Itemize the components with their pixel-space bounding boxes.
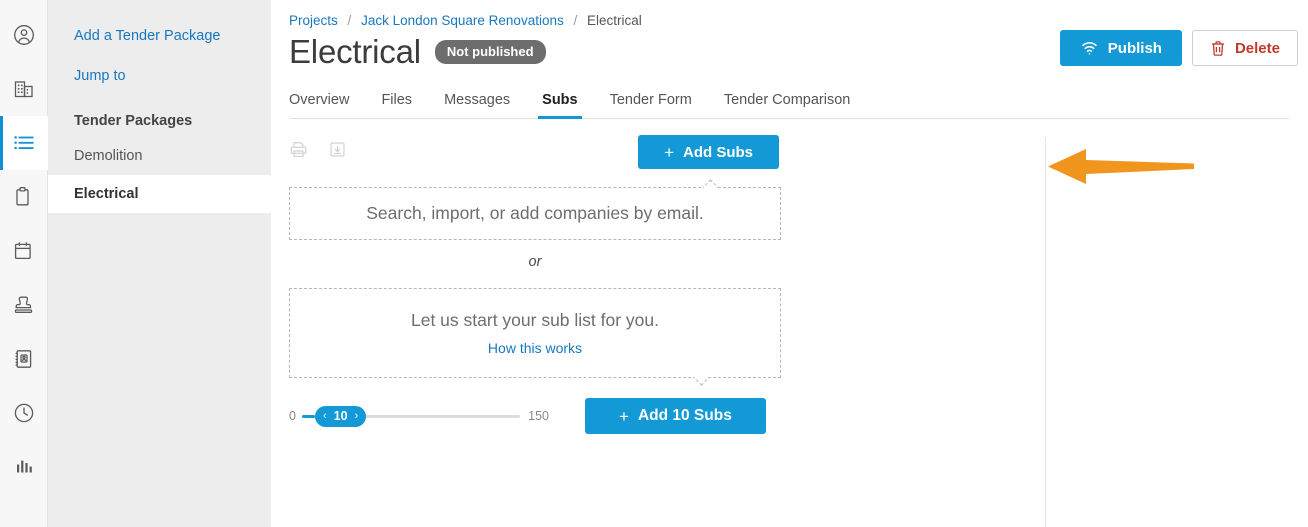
slider-handle[interactable]: ‹ 10 › <box>314 405 367 427</box>
publish-button-label: Publish <box>1107 39 1162 57</box>
stamp-icon <box>14 296 33 313</box>
subs-panel: + Add Subs Search, import, or add compan… <box>289 119 781 435</box>
export-icon <box>330 142 345 157</box>
tab-tender-form[interactable]: Tender Form <box>594 92 708 118</box>
search-import-dropzone[interactable]: Search, import, or add companies by emai… <box>289 187 781 241</box>
sidebar-item-demolition[interactable]: Demolition <box>48 137 271 175</box>
breadcrumb-current: Electrical <box>587 13 642 28</box>
plus-icon: + <box>664 142 674 162</box>
account-icon <box>14 25 34 45</box>
add-10-subs-label: Add 10 Subs <box>637 407 732 425</box>
slider-max-label: 150 <box>528 409 549 424</box>
tab-bar: Overview Files Messages Subs Tender Form… <box>289 92 1289 120</box>
slider-value: 10 <box>333 409 348 424</box>
header-actions: Publish Delete <box>1059 30 1298 66</box>
icon-rail <box>0 0 48 527</box>
tab-subs[interactable]: Subs <box>526 92 593 120</box>
slider-track[interactable]: ‹ 10 › <box>301 405 521 427</box>
plus-icon-2: + <box>619 406 629 426</box>
tab-files[interactable]: Files <box>365 92 428 118</box>
or-divider: or <box>528 254 542 271</box>
export-button[interactable] <box>328 140 347 164</box>
chevron-left-icon[interactable]: ‹ <box>323 410 327 422</box>
sub-count-slider[interactable]: 0 ‹ 10 › 150 <box>289 405 549 427</box>
add-10-subs-button[interactable]: + Add 10 Subs <box>585 398 766 435</box>
sidebar-jump-to[interactable]: Jump to <box>48 56 271 96</box>
publish-button[interactable]: Publish <box>1059 30 1182 66</box>
delete-button-label: Delete <box>1234 39 1280 57</box>
list-icon <box>14 136 34 150</box>
rail-item-contacts[interactable] <box>0 332 48 386</box>
rail-item-account[interactable] <box>0 8 48 62</box>
breadcrumb-project[interactable]: Jack London Square Renovations <box>361 13 564 28</box>
slider-min-label: 0 <box>289 409 296 424</box>
sub-count-row: 0 ‹ 10 › 150 + Add 10 Subs <box>289 398 781 435</box>
start-sub-list-label: Let us start your sub list for you. <box>410 310 660 331</box>
delete-button[interactable]: Delete <box>1191 30 1298 66</box>
notch-up <box>703 179 721 188</box>
sidebar-item-electrical[interactable]: Electrical <box>48 174 271 213</box>
notch-down <box>693 377 711 386</box>
page-title: Electrical <box>289 33 421 70</box>
chart-icon <box>17 460 32 473</box>
panel-divider <box>1045 137 1046 527</box>
slider-track-fill <box>301 414 315 418</box>
sidebar-section-heading: Tender Packages <box>74 112 193 129</box>
clipboard-icon <box>16 187 29 206</box>
breadcrumb-projects[interactable]: Projects <box>289 13 338 28</box>
main-content: Projects / Jack London Square Renovation… <box>271 0 1308 527</box>
start-sub-list-box: Let us start your sub list for you. How … <box>289 288 781 379</box>
rail-item-company[interactable] <box>0 62 48 116</box>
how-this-works-link[interactable]: How this works <box>488 340 582 356</box>
contacts-icon <box>15 350 32 368</box>
breadcrumb: Projects / Jack London Square Renovation… <box>289 0 1308 28</box>
print-button[interactable] <box>289 140 308 164</box>
breadcrumb-separator-1: / <box>347 13 352 28</box>
tab-messages[interactable]: Messages <box>428 92 526 118</box>
broadcast-icon <box>1082 42 1097 55</box>
sidebar: Add a Tender Package Jump to Tender Pack… <box>48 0 271 527</box>
rail-item-stamp[interactable] <box>0 278 48 332</box>
chevron-right-icon[interactable]: › <box>355 410 359 422</box>
search-import-label: Search, import, or add companies by emai… <box>366 203 704 224</box>
rail-item-reports[interactable] <box>0 440 48 494</box>
breadcrumb-separator-2: / <box>573 13 578 28</box>
rail-item-clipboard[interactable] <box>0 170 48 224</box>
arrow-shape <box>1048 149 1194 184</box>
company-icon <box>14 81 33 98</box>
tab-tender-comparison[interactable]: Tender Comparison <box>708 92 867 118</box>
tab-overview[interactable]: Overview <box>289 92 365 118</box>
clock-icon <box>14 403 34 423</box>
trash-icon <box>1211 40 1224 56</box>
print-icon <box>290 142 307 158</box>
rail-item-calendar[interactable] <box>0 224 48 278</box>
app-window: Add a Tender Package Jump to Tender Pack… <box>0 0 1308 527</box>
subs-toolbar: + Add Subs <box>289 135 781 170</box>
add-subs-label: Add Subs <box>683 143 753 161</box>
rail-item-history[interactable] <box>0 386 48 440</box>
calendar-icon <box>14 242 31 260</box>
add-subs-button[interactable]: + Add Subs <box>638 135 779 170</box>
rail-item-projects[interactable] <box>0 116 48 170</box>
annotation-arrow <box>1048 149 1194 184</box>
sidebar-add-tender-package[interactable]: Add a Tender Package <box>48 16 271 56</box>
status-badge: Not published <box>434 40 546 65</box>
